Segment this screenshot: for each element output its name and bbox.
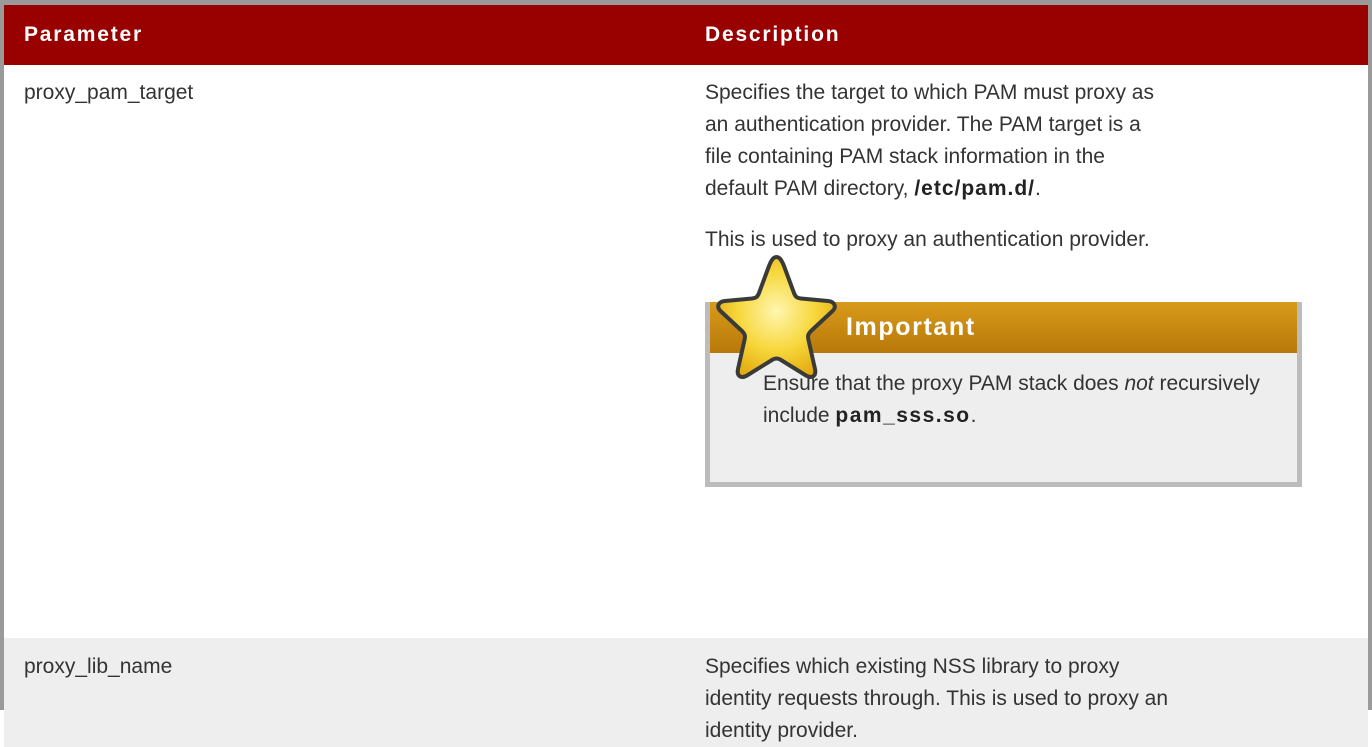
parameter-description: Specifies the target to which PAM must p… xyxy=(687,65,1368,638)
parameter-description: Specifies which existing NSS library to … xyxy=(687,638,1368,747)
pam-directory-path: /etc/pam.d/ xyxy=(914,177,1036,200)
description-paragraph-usage: This is used to proxy an authentication … xyxy=(705,228,1150,251)
table-row: proxy_lib_name Specifies which existing … xyxy=(4,638,1368,747)
column-header-description: Description xyxy=(687,5,1368,65)
admonition-module-name: pam_sss.so xyxy=(835,404,971,427)
description-paragraph: Specifies the target to which PAM must p… xyxy=(705,77,1160,205)
document-frame: Parameter Description proxy_pam_target S… xyxy=(0,0,1372,747)
parameter-name: proxy_lib_name xyxy=(4,638,687,747)
column-header-parameter: Parameter xyxy=(4,5,687,65)
description-paragraph: Specifies which existing NSS library to … xyxy=(705,655,1169,742)
important-admonition: Important Ensure that the proxy PAM stac… xyxy=(705,255,1302,487)
description-punctuation: . xyxy=(1035,177,1041,200)
admonition-emphasis: not xyxy=(1124,372,1154,395)
table-header-row: Parameter Description xyxy=(4,5,1368,65)
parameters-table: Parameter Description proxy_pam_target S… xyxy=(4,5,1368,747)
star-icon xyxy=(716,255,837,379)
table-row: proxy_pam_target Specifies the target to… xyxy=(4,65,1368,638)
parameter-name: proxy_pam_target xyxy=(24,81,194,104)
admonition-text-end: . xyxy=(970,404,977,427)
